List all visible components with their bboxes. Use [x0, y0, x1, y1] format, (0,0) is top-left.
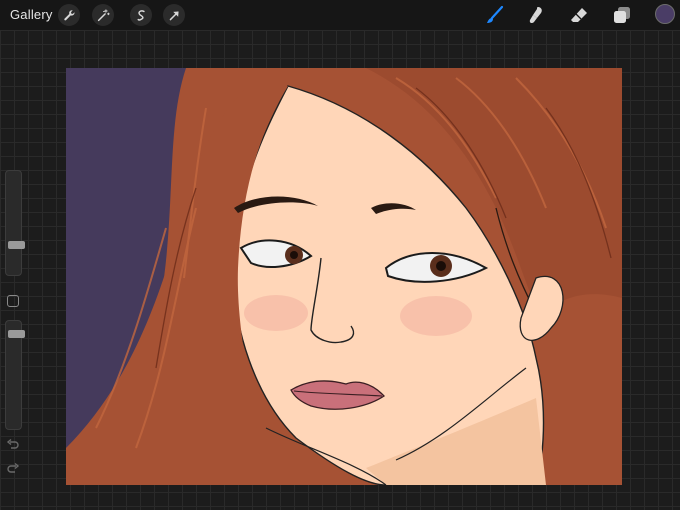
magic-wand-icon[interactable] — [92, 4, 114, 26]
brush-icon[interactable] — [484, 4, 506, 26]
undo-icon[interactable] — [6, 438, 20, 452]
opacity-thumb[interactable] — [8, 329, 25, 338]
top-toolbar: Gallery — [0, 0, 680, 30]
wrench-icon[interactable] — [58, 4, 80, 26]
eraser-icon[interactable] — [568, 4, 590, 26]
left-sidebar — [2, 170, 25, 480]
layers-icon[interactable] — [611, 4, 633, 26]
redo-icon[interactable] — [6, 462, 20, 476]
opacity-slider[interactable] — [5, 320, 25, 430]
artwork — [66, 68, 622, 485]
transform-arrow-icon[interactable] — [163, 4, 185, 26]
gallery-button[interactable]: Gallery — [10, 7, 53, 22]
smudge-icon[interactable] — [525, 4, 547, 26]
left-blush — [244, 295, 308, 331]
brush-size-thumb[interactable] — [8, 240, 25, 249]
selection-icon[interactable] — [130, 4, 152, 26]
right-blush — [400, 296, 472, 336]
color-picker-swatch[interactable] — [655, 4, 675, 24]
modify-button[interactable] — [7, 295, 19, 307]
drawing-canvas[interactable] — [66, 68, 622, 485]
brush-size-slider[interactable] — [5, 170, 25, 276]
